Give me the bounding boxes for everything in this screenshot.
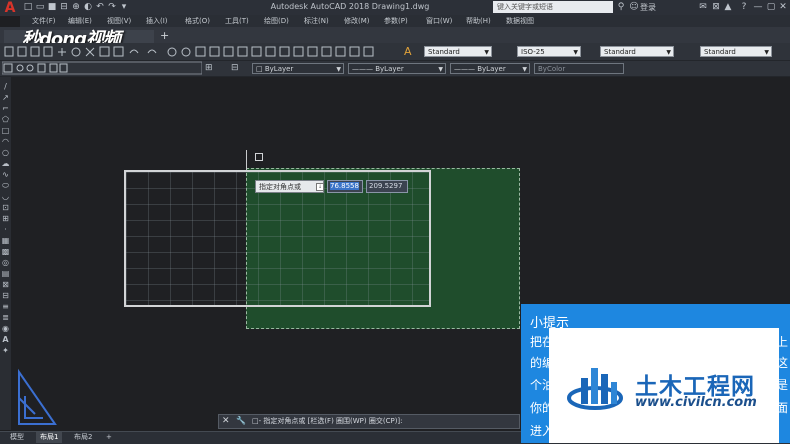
menu-format[interactable]: 格式(O) bbox=[185, 15, 210, 27]
rectangle-icon[interactable]: □ bbox=[1, 126, 10, 135]
new-layout-button[interactable]: + bbox=[102, 432, 116, 443]
close-icon[interactable]: ✕ bbox=[777, 0, 789, 14]
linetype-dropdown[interactable]: ——— ByLayer ▼ bbox=[348, 63, 446, 74]
tab-layout1[interactable]: 布局1 bbox=[36, 432, 63, 443]
standard-toolbar-icons[interactable]: A bbox=[2, 43, 422, 60]
table-style-dropdown[interactable]: Standard ▼ bbox=[600, 46, 674, 57]
gradient-icon[interactable]: ▩ bbox=[1, 247, 10, 256]
donut-icon[interactable]: ◉ bbox=[1, 324, 10, 333]
menu-help[interactable]: 帮助(H) bbox=[466, 15, 491, 27]
menu-insert[interactable]: 插入(I) bbox=[146, 15, 168, 27]
window-title: Autodesk AutoCAD 2018 Drawing1.dwg bbox=[270, 2, 430, 11]
revision-cloud-icon[interactable]: ☁ bbox=[1, 159, 10, 168]
search-icon[interactable]: ⚲ bbox=[615, 0, 627, 14]
command-prompt-text: □- 指定对角点或 [栏选(F) 圈围(WP) 圈交(CP)]: bbox=[252, 417, 403, 425]
undo-icon[interactable]: ↶ bbox=[94, 0, 106, 14]
menu-dimension[interactable]: 标注(N) bbox=[304, 15, 329, 27]
tab-layout2[interactable]: 布局2 bbox=[70, 432, 96, 443]
site-logo-url: www.civilcn.com bbox=[635, 395, 757, 410]
dynamic-input-y-field[interactable]: 209.5297 bbox=[366, 180, 408, 193]
dynamic-input-prompt: 指定对角点或 bbox=[255, 180, 324, 193]
color-dropdown[interactable]: □ ByLayer ▼ bbox=[252, 63, 344, 74]
new-tab-button[interactable]: + bbox=[160, 29, 169, 42]
menu-modify[interactable]: 修改(M) bbox=[344, 15, 370, 27]
ellipse-arc-icon[interactable]: ◡ bbox=[1, 192, 10, 201]
multiline-text-icon[interactable]: A bbox=[1, 335, 10, 344]
boundary-icon[interactable]: ⊠ bbox=[1, 280, 10, 289]
menu-tools[interactable]: 工具(T) bbox=[225, 15, 249, 27]
layer-control-icons[interactable] bbox=[2, 61, 202, 76]
dimension-style-dropdown[interactable]: ISO-25 ▼ bbox=[517, 46, 581, 57]
multiline-icon[interactable]: ≣ bbox=[1, 313, 10, 322]
construction-line-icon[interactable]: ↗ bbox=[1, 93, 10, 102]
add-selected-icon[interactable]: ✦ bbox=[1, 346, 10, 355]
layer-icon[interactable]: ≡ bbox=[1, 302, 10, 311]
layer-properties-icon[interactable]: ⊞ bbox=[205, 63, 213, 73]
menu-draw[interactable]: 绘图(D) bbox=[264, 15, 289, 27]
web-icon[interactable]: ⊕ bbox=[70, 0, 82, 14]
multileader-style-dropdown[interactable]: Standard ▼ bbox=[700, 46, 772, 57]
save-icon[interactable]: ■ bbox=[46, 0, 58, 14]
maximize-icon[interactable]: ▢ bbox=[765, 0, 777, 14]
polyline-icon[interactable]: ⌐ bbox=[1, 104, 10, 113]
ellipse-icon[interactable]: ⬭ bbox=[1, 181, 10, 190]
exchange-icon[interactable]: ⊠ bbox=[710, 0, 722, 14]
site-logo-mark bbox=[567, 368, 623, 410]
dynamic-input-x-field[interactable]: 76.8558 bbox=[327, 180, 363, 193]
prompt-options-icon[interactable]: ↓ bbox=[316, 183, 324, 191]
insert-block-icon[interactable]: ⊡ bbox=[1, 203, 10, 212]
spline-icon[interactable]: ∿ bbox=[1, 170, 10, 179]
tab-model[interactable]: 模型 bbox=[6, 432, 28, 443]
crosshair-cursor bbox=[246, 150, 247, 170]
new-file-icon[interactable]: □ bbox=[22, 0, 34, 14]
autocad-app-icon[interactable]: A bbox=[1, 0, 19, 16]
ucs-icon bbox=[18, 368, 57, 425]
point-icon[interactable]: · bbox=[1, 225, 10, 234]
save-as-icon[interactable]: ⊟ bbox=[58, 0, 70, 14]
wipeout-icon[interactable]: ⊟ bbox=[1, 291, 10, 300]
quick-access-dropdown-icon[interactable]: ▾ bbox=[118, 0, 130, 14]
login-link[interactable]: 登录 bbox=[640, 2, 656, 13]
make-block-icon[interactable]: ⊞ bbox=[1, 214, 10, 223]
region-icon[interactable]: ◎ bbox=[1, 258, 10, 267]
menu-parametric[interactable]: 参数(P) bbox=[384, 15, 408, 27]
hatch-icon[interactable]: ▦ bbox=[1, 236, 10, 245]
plot-style-dropdown[interactable]: ByColor bbox=[534, 63, 624, 74]
search-input[interactable]: 键入关键字或短语 bbox=[493, 1, 613, 13]
plot-icon[interactable]: ◐ bbox=[82, 0, 94, 14]
polygon-icon[interactable]: ⬠ bbox=[1, 115, 10, 124]
menu-window[interactable]: 窗口(W) bbox=[426, 15, 452, 27]
table-icon[interactable]: ▤ bbox=[1, 269, 10, 278]
svg-text:A: A bbox=[404, 45, 412, 58]
line-icon[interactable]: / bbox=[1, 82, 10, 91]
a360-icon[interactable]: ▲ bbox=[722, 0, 734, 14]
menu-data-view[interactable]: 数据视图 bbox=[506, 15, 534, 27]
customize-icon[interactable]: 🔧 bbox=[236, 416, 246, 425]
redo-icon[interactable]: ↷ bbox=[106, 0, 118, 14]
text-style-dropdown[interactable]: Standard ▼ bbox=[424, 46, 492, 57]
make-current-icon[interactable]: ⊟ bbox=[231, 63, 239, 73]
store-icon[interactable]: ✉ bbox=[697, 0, 709, 14]
lineweight-dropdown[interactable]: ——— ByLayer ▼ bbox=[450, 63, 530, 74]
minimize-icon[interactable]: — bbox=[752, 0, 764, 14]
close-icon[interactable]: ✕ bbox=[222, 416, 230, 426]
pickbox-cursor bbox=[255, 153, 263, 161]
circle-icon[interactable]: ○ bbox=[1, 148, 10, 157]
help-icon[interactable]: ? bbox=[738, 0, 750, 14]
open-file-icon[interactable]: ▭ bbox=[34, 0, 46, 14]
arc-icon[interactable]: ◠ bbox=[1, 137, 10, 146]
user-icon[interactable]: ☺ bbox=[628, 0, 640, 14]
